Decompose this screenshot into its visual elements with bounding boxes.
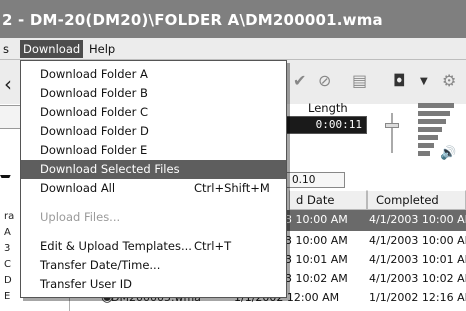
cancel-icon[interactable]: ⊘	[318, 71, 331, 90]
speaker-icon[interactable]: 🔊	[440, 146, 456, 161]
back-arrow-icon[interactable]: ‹	[4, 74, 12, 94]
menu-item-label: Edit & Upload Templates...	[40, 239, 192, 253]
menu-download[interactable]: Download	[20, 40, 84, 58]
length-label: Length	[308, 101, 348, 115]
completed-date: 4/1/2003 10:00 AM	[369, 213, 466, 226]
menu-item-edit-upload-templates[interactable]: Edit & Upload Templates... Ctrl+T	[21, 237, 286, 256]
download-menu: Download Folder A Download Folder B Down…	[20, 60, 287, 298]
menu-item-label: Download Folder C	[40, 105, 149, 119]
folder-text: E	[4, 291, 11, 302]
menu-item-label: Transfer User ID	[40, 277, 133, 291]
volume-slider[interactable]	[381, 113, 403, 153]
column-header-completed[interactable]: Completed Date	[367, 190, 466, 225]
length-value: 0:00:11	[315, 118, 362, 131]
recorded-date: 3 10:00 AM	[285, 234, 348, 247]
menu-item-label: Download Folder A	[40, 67, 148, 81]
menu-item-download-folder-a[interactable]: Download Folder A	[21, 65, 286, 84]
side-button[interactable]	[0, 105, 22, 129]
folder-text: 3	[4, 243, 11, 254]
menu-separator	[23, 231, 284, 232]
menu-item-upload-files: Upload Files...	[21, 208, 286, 227]
folder-text: D	[4, 275, 12, 286]
menu-bar: s Download Help	[0, 38, 466, 60]
menu-help[interactable]: Help	[86, 40, 118, 58]
record-icon[interactable]: ◘	[393, 71, 406, 90]
window-title: 2 - DM-20(DM20)\FOLDER A\DM200001.wma	[2, 11, 383, 29]
recorded-date: 3 10:00 AM	[285, 213, 348, 226]
position-field[interactable]: 0.10	[285, 172, 345, 188]
length-display: 0:00:11	[285, 116, 367, 134]
recorded-date: 3 10:02 AM	[285, 272, 348, 285]
menu-item-download-folder-b[interactable]: Download Folder B	[21, 84, 286, 103]
completed-date: 4/1/2003 10:01 AM	[369, 253, 466, 266]
menu-item-download-folder-c[interactable]: Download Folder C	[21, 103, 286, 122]
menu-item-shortcut: Ctrl+Shift+M	[194, 181, 270, 195]
menu-item-shortcut: Ctrl+T	[194, 239, 232, 253]
dropdown-icon[interactable]: ▼	[420, 76, 428, 87]
completed-date: 4/1/2003 10:00 AM	[369, 234, 466, 247]
slider-track	[391, 113, 393, 153]
completed-date: 1/1/2002 12:16 AM	[369, 291, 466, 304]
menu-item-transfer-date-time[interactable]: Transfer Date/Time...	[21, 256, 286, 275]
menu-item-download-folder-e[interactable]: Download Folder E	[21, 141, 286, 160]
menu-item-label: Download Folder E	[40, 143, 148, 157]
slider-knob[interactable]	[385, 123, 399, 128]
title-bar: 2 - DM-20(DM20)\FOLDER A\DM200001.wma	[0, 0, 466, 38]
menu-item-label: Download Selected Files	[40, 162, 180, 176]
folder-text: C	[4, 259, 11, 270]
menu-item-download-selected-files[interactable]: Download Selected Files	[21, 160, 286, 179]
menu-item-transfer-user-id[interactable]: Transfer User ID	[21, 275, 286, 294]
menu-item-label: Download Folder B	[40, 86, 148, 100]
menu-item-label: Download All	[40, 181, 116, 195]
recorded-date: 3 10:01 AM	[285, 253, 348, 266]
menu-prev[interactable]: s	[0, 40, 12, 58]
folder-text: A	[4, 227, 11, 238]
completed-date: 4/1/2003 10:02 AM	[369, 272, 466, 285]
column-header-recorded[interactable]: d Date	[289, 190, 367, 210]
audio-icon[interactable]: ⚙	[442, 71, 456, 90]
book-icon[interactable]: ▤	[352, 71, 367, 90]
check-icon[interactable]: ✔	[293, 71, 306, 90]
menu-item-download-folder-d[interactable]: Download Folder D	[21, 122, 286, 141]
menu-item-label: Download Folder D	[40, 124, 149, 138]
menu-item-download-all[interactable]: Download All Ctrl+Shift+M	[21, 179, 286, 198]
menu-item-label: Upload Files...	[40, 210, 121, 224]
menu-item-label: Transfer Date/Time...	[40, 258, 161, 272]
folder-text: ra	[4, 211, 15, 222]
menu-separator	[23, 202, 284, 203]
